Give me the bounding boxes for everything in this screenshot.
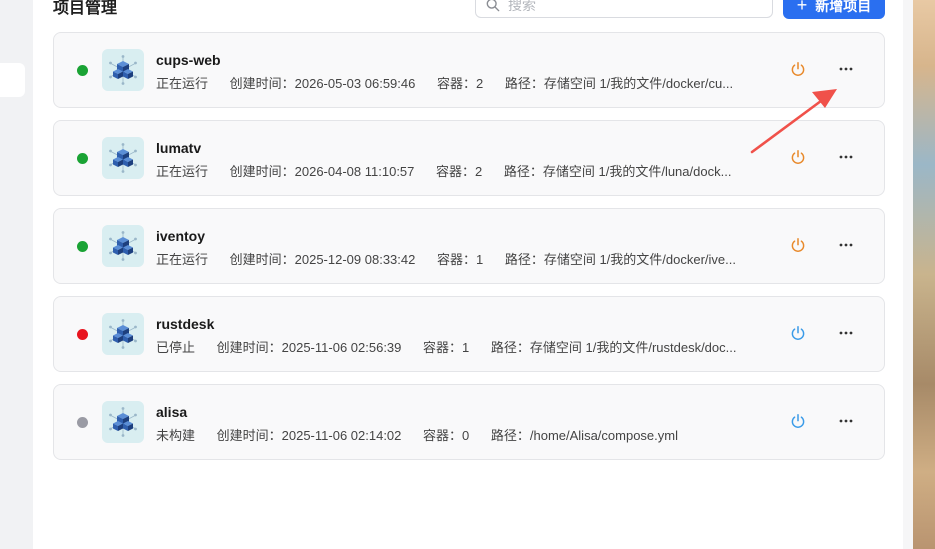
docker-cubes-icon: [102, 137, 144, 179]
more-horizontal-icon[interactable]: [838, 61, 854, 77]
project-path: 路径：存储空间 1/我的文件/docker/cu...: [504, 76, 734, 91]
project-containers: 容器：1: [436, 252, 484, 267]
project-meta: 正在运行 创建时间：2026-05-03 06:59:46 容器：2 路径：存储…: [156, 73, 751, 92]
project-name[interactable]: rustdesk: [156, 316, 214, 332]
project-name[interactable]: cups-web: [156, 52, 221, 68]
project-path: 路径：存储空间 1/我的文件/luna/dock...: [503, 164, 732, 179]
docker-cubes-icon: [102, 225, 144, 267]
power-icon[interactable]: [790, 325, 806, 341]
status-dot: [77, 241, 88, 252]
project-meta: 正在运行 创建时间：2026-04-08 11:10:57 容器：2 路径：存储…: [156, 161, 749, 180]
project-path: 路径：/home/Alisa/compose.yml: [490, 428, 678, 443]
project-status: 正在运行: [156, 164, 209, 179]
project-containers: 容器：2: [436, 164, 483, 179]
project-status: 正在运行: [156, 252, 209, 267]
more-horizontal-icon[interactable]: [838, 413, 854, 429]
project-status: 已停止: [156, 340, 196, 355]
project-meta: 未构建 创建时间：2025-11-06 02:14:02 容器：0 路径：/ho…: [156, 425, 696, 444]
project-status: 正在运行: [156, 76, 209, 91]
status-dot: [77, 153, 88, 164]
project-created-time: 创建时间：2026-05-03 06:59:46: [229, 76, 416, 91]
project-path: 路径：存储空间 1/我的文件/docker/ive...: [504, 252, 736, 267]
project-created-time: 创建时间：2025-11-06 02:14:02: [216, 428, 402, 443]
plus-icon: +: [796, 0, 808, 15]
project-card[interactable]: alisa 未构建 创建时间：2025-11-06 02:14:02 容器：0 …: [53, 384, 885, 460]
status-dot: [77, 329, 88, 340]
status-dot: [77, 417, 88, 428]
desktop-wallpaper: [913, 0, 935, 549]
project-path: 路径：存储空间 1/我的文件/rustdesk/doc...: [490, 340, 737, 355]
project-meta: 正在运行 创建时间：2025-12-09 08:33:42 容器：1 路径：存储…: [156, 249, 754, 268]
project-name[interactable]: alisa: [156, 404, 187, 420]
panel-edge: [903, 0, 913, 549]
power-icon[interactable]: [790, 237, 806, 253]
page-title: 项目管理: [53, 0, 118, 17]
red-arrow-icon: [750, 89, 837, 154]
new-project-label: 新增项目: [815, 0, 872, 14]
more-horizontal-icon[interactable]: [838, 237, 854, 253]
project-card[interactable]: iventoy 正在运行 创建时间：2025-12-09 08:33:42 容器…: [53, 208, 885, 284]
more-horizontal-icon[interactable]: [838, 325, 854, 341]
project-card[interactable]: rustdesk 已停止 创建时间：2025-11-06 02:56:39 容器…: [53, 296, 885, 372]
docker-cubes-icon: [102, 313, 144, 355]
project-containers: 容器：0: [423, 428, 470, 443]
docker-cubes-icon: [102, 49, 144, 91]
project-created-time: 创建时间：2025-11-06 02:56:39: [216, 340, 402, 355]
project-containers: 容器：2: [436, 76, 484, 91]
search-box[interactable]: [475, 0, 773, 18]
power-icon[interactable]: [790, 413, 806, 429]
docker-cubes-icon: [102, 401, 144, 443]
new-project-button[interactable]: + 新增项目: [783, 0, 885, 19]
project-containers: 容器：1: [423, 340, 470, 355]
project-created-time: 创建时间：2026-04-08 11:10:57: [229, 164, 415, 179]
sidebar-selected-tab[interactable]: [0, 63, 25, 97]
project-status: 未构建: [156, 428, 196, 443]
project-name[interactable]: iventoy: [156, 228, 205, 244]
search-icon: [486, 0, 500, 12]
project-created-time: 创建时间：2025-12-09 08:33:42: [229, 252, 416, 267]
search-input[interactable]: [508, 0, 758, 14]
project-meta: 已停止 创建时间：2025-11-06 02:56:39 容器：1 路径：存储空…: [156, 337, 754, 356]
project-name[interactable]: lumatv: [156, 140, 201, 156]
status-dot: [77, 65, 88, 76]
power-icon[interactable]: [790, 61, 806, 77]
